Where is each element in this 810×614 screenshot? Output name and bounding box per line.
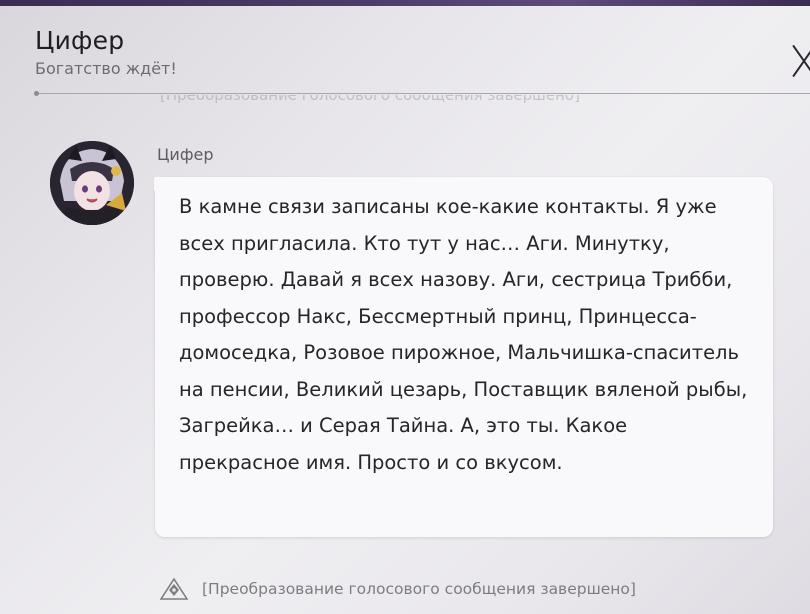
- chat-header: Цифер Богатство ждёт!: [35, 26, 177, 78]
- message-bubble: В камне связи записаны кое-какие контакт…: [154, 177, 773, 537]
- avatar-portrait: [50, 141, 134, 225]
- message-text: В камне связи записаны кое-какие контакт…: [179, 195, 748, 474]
- header-divider: [34, 91, 810, 96]
- close-icon[interactable]: [793, 42, 810, 78]
- voice-note-icon: [160, 578, 188, 600]
- chat-title: Цифер: [35, 26, 125, 55]
- previous-notice-fragment: [Преобразование голосового сообщения зав…: [160, 95, 680, 103]
- voice-conversion-text: [Преобразование голосового сообщения зав…: [202, 580, 636, 598]
- avatar[interactable]: [50, 141, 134, 225]
- voice-conversion-notice: [Преобразование голосового сообщения зав…: [160, 578, 636, 600]
- message-sender: Цифер: [157, 145, 214, 164]
- chat-subtitle: Богатство ждёт!: [35, 59, 177, 78]
- top-accent-band: [0, 0, 810, 6]
- previous-notice-text: [Преобразование голосового сообщения зав…: [160, 95, 580, 103]
